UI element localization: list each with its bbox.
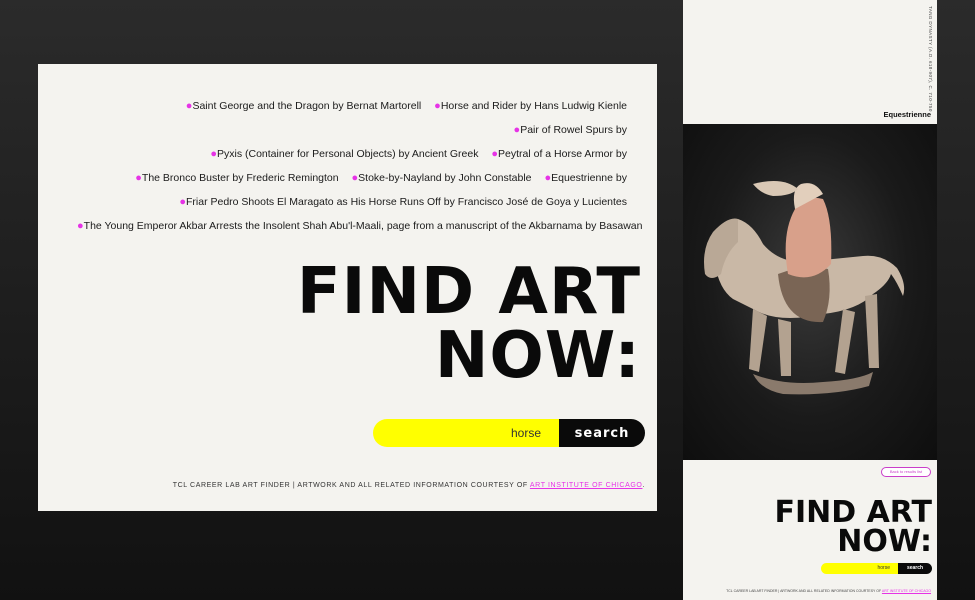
- mobile-footer: TCL CAREER LAB ART FINDER | ARTWORK AND …: [726, 589, 931, 593]
- artwork-image: [683, 124, 937, 460]
- mobile-search-bar: horse search: [821, 563, 932, 574]
- result-link[interactable]: ●Horse and Rider by Hans Ludwig Kienle: [434, 100, 627, 112]
- mobile-headline: FIND ART NOW:: [774, 495, 932, 559]
- footer: TCL CAREER LAB ART FINDER | ARTWORK AND …: [173, 482, 645, 489]
- search-bar: search: [373, 419, 645, 447]
- bullet-icon: ●: [210, 148, 217, 160]
- result-link[interactable]: ●Stoke-by-Nayland by John Constable: [352, 172, 532, 184]
- result-link[interactable]: ●Friar Pedro Shoots El Maragato as His H…: [179, 196, 627, 208]
- result-label: Peytral of a Horse Armor by: [498, 148, 627, 160]
- mobile-search-input[interactable]: horse: [821, 563, 898, 574]
- mobile-search-button[interactable]: search: [898, 563, 932, 574]
- artwork-meta: TANG DYNASTY (A.D. 618-907), C. 710-750: [928, 6, 933, 112]
- result-link[interactable]: ●The Young Emperor Akbar Arrests the Ins…: [77, 220, 642, 232]
- page-headline: FIND ART NOW:: [297, 260, 641, 388]
- artwork-title: Equestrienne: [883, 110, 931, 119]
- results-list: ● Saint George and the Dragon by Bernat M…: [67, 94, 642, 238]
- headline-line-2: NOW:: [434, 319, 641, 393]
- result-link[interactable]: ●Peytral of a Horse Armor by: [491, 148, 627, 160]
- result-link[interactable]: ●Equestrienne by: [544, 172, 627, 184]
- bullet-icon: ●: [77, 220, 84, 232]
- mobile-aic-link[interactable]: ART INSTITUTE OF CHICAGO: [882, 589, 931, 593]
- result-label: The Young Emperor Akbar Arrests the Inso…: [83, 220, 643, 232]
- result-label: Pair of Rowel Spurs by: [520, 124, 627, 136]
- footer-end: .: [642, 482, 645, 489]
- search-input[interactable]: [373, 419, 559, 447]
- result-label: Stoke-by-Nayland by John Constable: [358, 172, 532, 184]
- horse-rider-figurine-image: [704, 180, 905, 395]
- result-link[interactable]: ●Pair of Rowel Spurs by: [514, 124, 627, 136]
- result-label: Equestrienne by: [551, 172, 627, 184]
- mobile-footer-text: TCL CAREER LAB ART FINDER | ARTWORK AND …: [726, 589, 882, 593]
- mobile-headline-line-1: FIND ART: [774, 495, 932, 530]
- bullet-icon: ●: [135, 172, 142, 184]
- result-link[interactable]: ●Pyxis (Container for Personal Objects) …: [210, 148, 478, 160]
- search-button[interactable]: search: [559, 419, 645, 447]
- bullet-icon: ●: [179, 196, 186, 208]
- result-label: Pyxis (Container for Personal Objects) b…: [217, 148, 479, 160]
- bullet-icon: ●: [434, 100, 441, 112]
- result-label: The Bronco Buster by Frederic Remington: [141, 172, 339, 184]
- headline-line-1: FIND ART: [296, 255, 641, 329]
- result-label: Horse and Rider by Hans Ludwig Kienle: [440, 100, 627, 112]
- mobile-view: TANG DYNASTY (A.D. 618-907), C. 710-750 …: [683, 0, 937, 600]
- result-label: Friar Pedro Shoots El Maragato as His Ho…: [186, 196, 627, 208]
- result-link[interactable]: ●The Bronco Buster by Frederic Remington: [135, 172, 338, 184]
- mobile-headline-line-2: NOW:: [837, 524, 932, 559]
- footer-text: TCL CAREER LAB ART FINDER | ARTWORK AND …: [172, 482, 530, 489]
- desktop-view: ● Saint George and the Dragon by Bernat M…: [38, 64, 657, 511]
- result-label: Saint George and the Dragon by Bernat Ma…: [192, 100, 422, 112]
- result-link[interactable]: ●Saint George and the Dragon by Bernat M…: [186, 100, 421, 112]
- aic-link[interactable]: ART INSTITUTE OF CHICAGO: [530, 482, 643, 489]
- back-to-results-button[interactable]: Back to results list: [881, 467, 931, 477]
